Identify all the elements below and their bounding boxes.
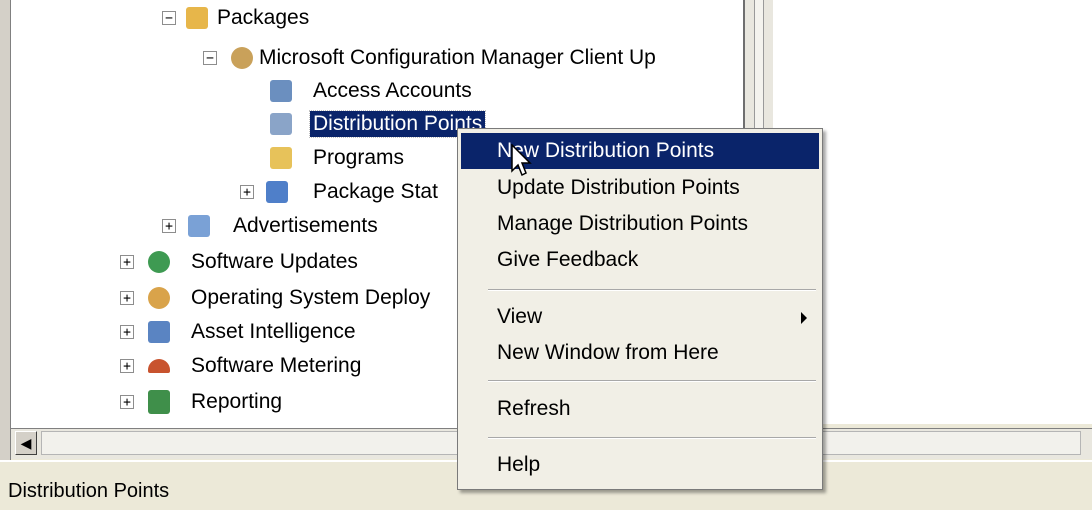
tree-item-label: Access Accounts <box>313 79 472 102</box>
left-frame <box>0 0 11 460</box>
menu-item-help[interactable]: Help <box>461 447 819 483</box>
menu-item-label: Update Distribution Points <box>497 176 740 199</box>
expand-icon[interactable]: + <box>120 291 134 305</box>
collapse-icon[interactable]: − <box>162 11 176 25</box>
distribution-points-icon <box>270 113 292 135</box>
tree-item-label: Software Updates <box>191 250 358 273</box>
expand-icon[interactable]: + <box>120 255 134 269</box>
menu-item-view[interactable]: View <box>461 299 819 335</box>
menu-item-label: New Window from Here <box>497 341 719 364</box>
menu-item-new-window-from-here[interactable]: New Window from Here <box>461 335 819 371</box>
tree-item-label: Package Stat <box>313 180 438 203</box>
tree-item-label: Software Metering <box>191 354 362 377</box>
package-status-icon <box>266 181 288 203</box>
submenu-arrow-icon <box>801 312 807 324</box>
menu-item-label: View <box>497 305 543 328</box>
access-accounts-icon <box>270 80 292 102</box>
menu-separator <box>488 289 816 291</box>
reporting-icon <box>148 390 170 414</box>
packages-folder-icon <box>186 7 208 29</box>
status-text: Distribution Points <box>8 480 170 502</box>
tree-item-label: Programs <box>313 146 405 169</box>
arrow-left-icon: ◀ <box>20 435 32 451</box>
tree-item-label: Reporting <box>191 390 283 413</box>
menu-item-label: Help <box>497 453 541 476</box>
tree-item-label: Asset Intelligence <box>191 320 356 343</box>
programs-folder-icon <box>270 147 292 169</box>
menu-item-refresh[interactable]: Refresh <box>461 391 819 427</box>
software-updates-icon <box>148 251 170 273</box>
software-metering-icon <box>148 359 170 373</box>
package-icon <box>231 47 253 69</box>
menu-separator <box>488 380 816 382</box>
tree-item-label: Microsoft Configuration Manager Client U… <box>259 46 656 69</box>
menu-item-manage-distribution-points[interactable]: Manage Distribution Points <box>461 206 819 242</box>
mmc-console-window: − Packages − Microsoft Configuration Man… <box>0 0 1092 510</box>
menu-item-label: Give Feedback <box>497 248 639 271</box>
menu-item-label: Manage Distribution Points <box>497 212 748 235</box>
tree-item-packages[interactable]: − Packages <box>11 2 711 34</box>
tree-item-label: Packages <box>217 6 310 29</box>
mouse-pointer-icon <box>511 144 532 177</box>
expand-icon[interactable]: + <box>120 395 134 409</box>
advertisements-icon <box>188 215 210 237</box>
asset-intelligence-icon <box>148 321 170 343</box>
expand-icon[interactable]: + <box>240 185 254 199</box>
os-deployment-icon <box>148 287 170 309</box>
collapse-icon[interactable]: − <box>203 51 217 65</box>
menu-separator <box>488 437 816 439</box>
scroll-left-button[interactable]: ◀ <box>15 431 37 455</box>
context-menu: New Distribution Points Update Distribut… <box>457 128 823 490</box>
menu-item-label: Refresh <box>497 397 571 420</box>
tree-item-label: Operating System Deploy <box>191 286 431 309</box>
menu-item-give-feedback[interactable]: Give Feedback <box>461 242 819 278</box>
expand-icon[interactable]: + <box>120 359 134 373</box>
tree-item-access-accounts[interactable]: Access Accounts <box>11 75 711 107</box>
tree-item-client-upgrade-package[interactable]: − Microsoft Configuration Manager Client… <box>11 42 743 74</box>
tree-item-label: Advertisements <box>233 214 378 237</box>
expand-icon[interactable]: + <box>120 325 134 339</box>
expand-icon[interactable]: + <box>162 219 176 233</box>
